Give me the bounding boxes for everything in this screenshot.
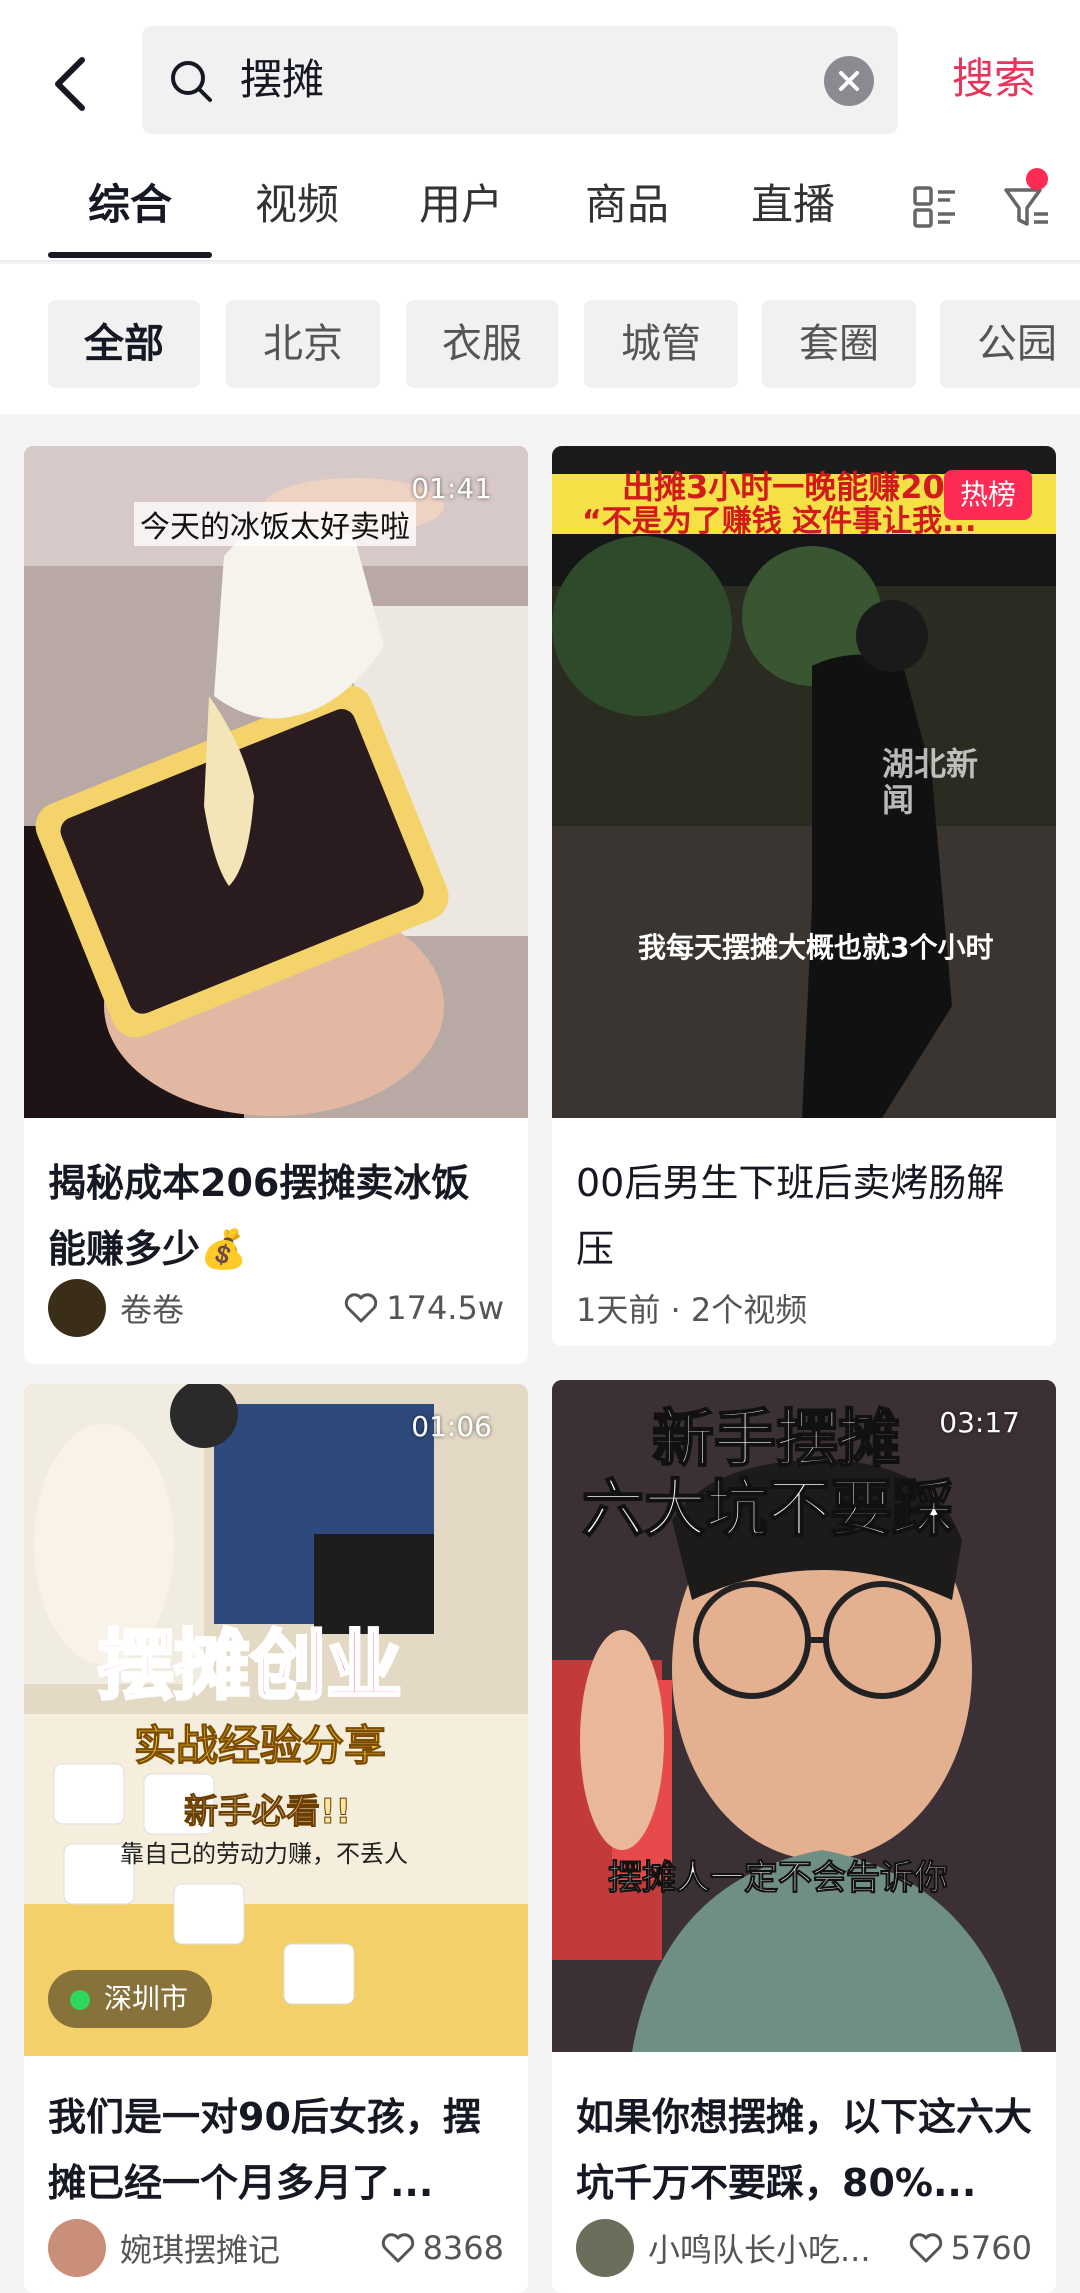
overlay-caption: 摆摊人一定不会告诉你 xyxy=(608,1858,949,1899)
card-meta: 卷卷 174.5w xyxy=(48,1276,504,1340)
back-button[interactable] xyxy=(40,44,100,124)
video-thumbnail[interactable]: 出摊3小时一晚能赚200元 “不是为了赚钱 这件事让我...” 热榜 湖北新闻 … xyxy=(552,446,1056,1118)
tab-comprehensive[interactable]: 综合 xyxy=(48,170,212,240)
search-input[interactable]: 摆摊 xyxy=(142,26,898,134)
avatar[interactable] xyxy=(48,1279,106,1337)
like-count: 8368 xyxy=(381,2229,504,2267)
notification-dot xyxy=(1026,168,1048,190)
result-tabs: 综合 视频 用户 商品 直播 xyxy=(0,152,1080,262)
watermark: 湖北新闻 xyxy=(882,745,979,819)
search-header: 摆摊 搜索 xyxy=(0,0,1080,152)
location-label: 深圳市 xyxy=(104,1982,189,2015)
tab-user[interactable]: 用户 xyxy=(396,170,526,240)
card-title: 我们是一对90后女孩，摆摊已经一个月多月了... xyxy=(48,2095,481,2205)
tab-video[interactable]: 视频 xyxy=(232,170,362,240)
heart-icon xyxy=(381,2233,414,2263)
chip-ring-toss[interactable]: 套圈 xyxy=(762,300,916,388)
heart-icon xyxy=(909,2233,942,2263)
overlay-subheadline: 六大坑不要踩 xyxy=(581,1471,955,1546)
avatar[interactable] xyxy=(48,2219,106,2277)
card-title: 揭秘成本206摆摊卖冰饭能赚多少💰 xyxy=(48,1161,470,1271)
card-meta: 小鸣队长小吃... 5760 xyxy=(576,2216,1032,2280)
author-name[interactable]: 婉琪摆摊记 xyxy=(120,2225,381,2271)
avatar[interactable] xyxy=(576,2219,634,2277)
result-feed: 01:41 今天的冰饭太好卖啦 揭秘成本206摆摊卖冰饭能赚多少💰 卷卷 174… xyxy=(0,414,1080,2293)
author-name[interactable]: 小鸣队长小吃... xyxy=(648,2225,909,2271)
like-count: 174.5w xyxy=(344,1289,504,1327)
chip-chengguan[interactable]: 城管 xyxy=(584,300,738,388)
search-icon xyxy=(171,61,212,102)
video-duration: 01:06 xyxy=(411,1410,492,1443)
tab-underline xyxy=(48,252,212,258)
hot-badge: 热榜 xyxy=(944,470,1032,520)
likes-value: 174.5w xyxy=(386,1289,504,1327)
video-card[interactable]: 出摊3小时一晚能赚200元 “不是为了赚钱 这件事让我...” 热榜 湖北新闻 … xyxy=(552,446,1056,1346)
overlay-caption: 靠自己的劳动力赚，不丢人 xyxy=(120,1840,408,1868)
chip-beijing[interactable]: 北京 xyxy=(226,300,380,388)
likes-value: 5760 xyxy=(950,2229,1032,2267)
location-badge[interactable]: 深圳市 xyxy=(48,1970,213,2028)
video-duration: 03:17 xyxy=(939,1406,1020,1439)
video-card[interactable]: 01:06 摆摊创业 实战经验分享 新手必看!! 靠自己的劳动力赚，不丢人 深圳… xyxy=(24,1384,528,2293)
likes-value: 8368 xyxy=(422,2229,504,2267)
search-query: 摆摊 xyxy=(240,55,325,104)
overlay-headline: 摆摊创业 xyxy=(97,1620,404,1712)
overlay-subheadline: “不是为了赚钱 这件事让我...” xyxy=(582,504,997,539)
heart-icon xyxy=(345,1293,378,1323)
card-meta: 婉琪摆摊记 8368 xyxy=(48,2216,504,2280)
like-count: 5760 xyxy=(909,2229,1032,2267)
video-thumbnail[interactable]: 03:17 新手摆摊 六大坑不要踩 摆摊人一定不会告诉你 xyxy=(552,1380,1056,2052)
filter-icon[interactable] xyxy=(1000,180,1054,234)
tab-live[interactable]: 直播 xyxy=(728,170,858,240)
thumbnail-image xyxy=(24,446,528,1118)
author-name[interactable]: 卷卷 xyxy=(120,1285,344,1331)
video-thumbnail[interactable]: 01:06 摆摊创业 实战经验分享 新手必看!! 靠自己的劳动力赚，不丢人 深圳… xyxy=(24,1384,528,2056)
overlay-tagline: 新手必看!! xyxy=(183,1792,352,1833)
chip-park[interactable]: 公园 xyxy=(940,300,1080,388)
chip-clothes[interactable]: 衣服 xyxy=(406,300,558,388)
card-meta: 1天前 · 2个视频 xyxy=(576,1276,1032,1340)
list-layout-icon[interactable] xyxy=(910,182,960,232)
search-button[interactable]: 搜索 xyxy=(924,44,1064,114)
chip-all[interactable]: 全部 xyxy=(48,300,200,388)
location-pin-icon xyxy=(70,1990,90,2010)
clear-button[interactable] xyxy=(824,56,874,106)
overlay-subheadline: 实战经验分享 xyxy=(133,1721,387,1771)
video-card[interactable]: 03:17 新手摆摊 六大坑不要踩 摆摊人一定不会告诉你 如果你想摆摊，以下这六… xyxy=(552,1380,1056,2293)
video-duration: 01:41 xyxy=(411,472,492,505)
close-icon xyxy=(839,71,859,91)
tab-goods[interactable]: 商品 xyxy=(562,170,692,240)
filter-chips: 全部 北京 衣服 城管 套圈 公园 xyxy=(0,264,1080,414)
video-card[interactable]: 01:41 今天的冰饭太好卖啦 揭秘成本206摆摊卖冰饭能赚多少💰 卷卷 174… xyxy=(24,446,528,1364)
card-title: 00后男生下班后卖烤肠解压 xyxy=(576,1161,1005,1271)
overlay-caption: 今天的冰饭太好卖啦 xyxy=(134,502,416,546)
overlay-caption: 我每天摆摊大概也就3个小时 xyxy=(638,931,994,964)
card-title: 如果你想摆摊，以下这六大坑千万不要踩，80%... xyxy=(576,2095,1033,2205)
post-meta: 1天前 · 2个视频 xyxy=(576,1291,808,1329)
chevron-left-icon xyxy=(55,57,85,111)
video-thumbnail[interactable]: 01:41 今天的冰饭太好卖啦 xyxy=(24,446,528,1118)
